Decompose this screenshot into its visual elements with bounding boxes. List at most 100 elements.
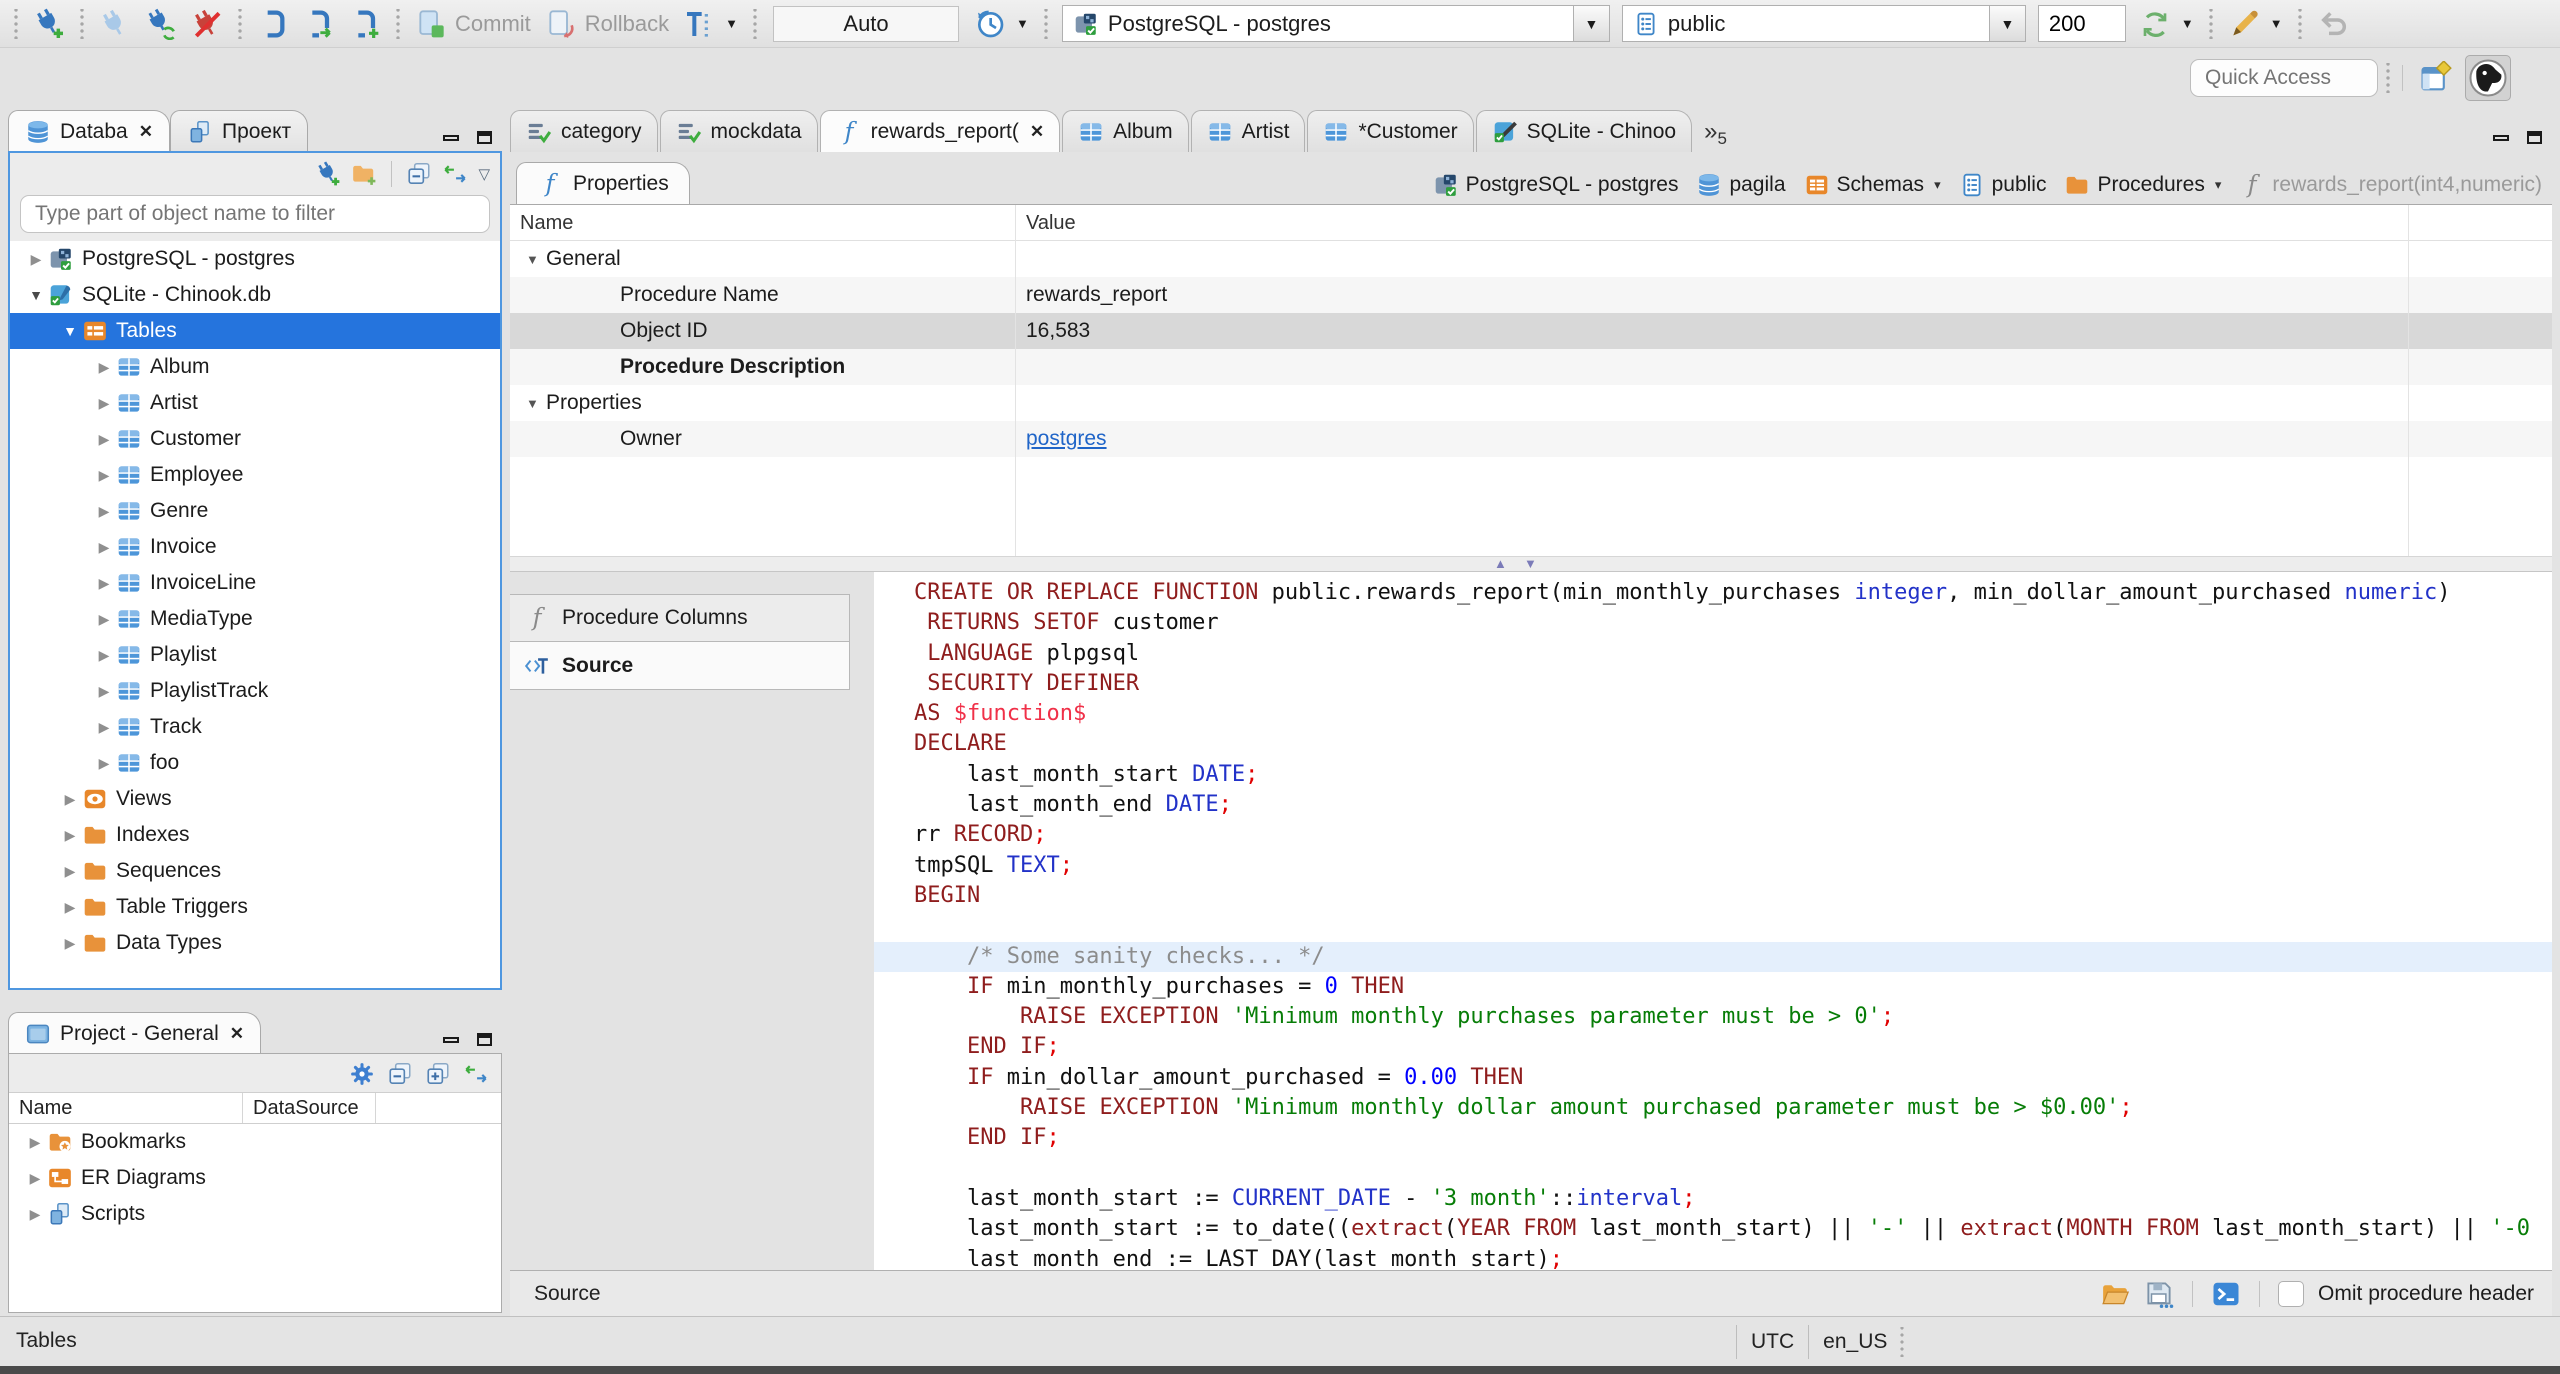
group-expanded-icon[interactable]: ▼ bbox=[526, 252, 539, 267]
subtab-procedure-columns[interactable]: Procedure Columns bbox=[510, 594, 850, 642]
chevron-collapsed-icon[interactable]: ▶ bbox=[92, 755, 116, 772]
property-value[interactable]: postgres bbox=[1026, 427, 1107, 451]
tree-item-genre[interactable]: ▶ Genre bbox=[10, 493, 500, 529]
close-tab-icon[interactable]: ✕ bbox=[139, 122, 153, 142]
chevron-collapsed-icon[interactable]: ▶ bbox=[92, 503, 116, 520]
view-menu-button[interactable]: ▽ bbox=[478, 165, 490, 183]
property-row-procedure-name[interactable]: Procedure Name rewards_report bbox=[510, 277, 2552, 313]
tree-item-invoiceline[interactable]: ▶ InvoiceLine bbox=[10, 565, 500, 601]
new-folder-button[interactable] bbox=[351, 161, 377, 187]
editor-tab-sqlite-chinoo[interactable]: SQLite - Chinoo bbox=[1475, 110, 1693, 152]
project-item-er-diagrams[interactable]: ▶ ER Diagrams bbox=[9, 1160, 501, 1196]
chevron-collapsed-icon[interactable]: ▶ bbox=[92, 359, 116, 376]
code-line[interactable]: IF min_monthly_purchases = 0 THEN bbox=[914, 972, 2552, 1002]
generate-mock-data-button[interactable]: ▼ bbox=[2221, 4, 2290, 44]
chevron-collapsed-icon[interactable]: ▶ bbox=[92, 719, 116, 736]
editor-tab-rewards-report[interactable]: rewards_report(✕ bbox=[819, 110, 1061, 152]
tree-item-artist[interactable]: ▶ Artist bbox=[10, 385, 500, 421]
connection-dropdown-button[interactable]: ▼ bbox=[1572, 6, 1609, 41]
schema-dropdown-button[interactable]: ▼ bbox=[1988, 6, 2025, 41]
toolbar-drag-handle[interactable] bbox=[237, 8, 243, 39]
transaction-mode-button[interactable]: ▼ bbox=[676, 4, 745, 44]
chevron-expanded-icon[interactable]: ▼ bbox=[24, 287, 48, 303]
tree-item-postgresql-postgres[interactable]: ▶ PostgreSQL - postgres bbox=[10, 241, 500, 277]
chevron-collapsed-icon[interactable]: ▶ bbox=[92, 395, 116, 412]
locale-label[interactable]: en_US bbox=[1823, 1330, 1887, 1354]
toolbar-drag-handle[interactable] bbox=[395, 8, 401, 39]
dropdown-caret-icon[interactable]: ▾ bbox=[1934, 177, 1941, 193]
tree-item-mediatype[interactable]: ▶ MediaType bbox=[10, 601, 500, 637]
code-line[interactable]: ​ bbox=[914, 911, 2552, 941]
dropdown-caret-icon[interactable]: ▾ bbox=[2215, 177, 2222, 193]
chevron-collapsed-icon[interactable]: ▶ bbox=[92, 467, 116, 484]
minimize-view-button[interactable] bbox=[443, 1036, 459, 1043]
grid-column-name[interactable]: Name bbox=[520, 212, 573, 235]
breadcrumb-item-rewards-report-int4-numeric[interactable]: rewards_report(int4,numeric) bbox=[2239, 172, 2542, 198]
tree-item-data-types[interactable]: ▶ Data Types bbox=[10, 925, 500, 961]
toolbar-drag-handle[interactable] bbox=[13, 8, 19, 39]
maximize-view-button[interactable] bbox=[2527, 131, 2542, 144]
group-expanded-icon[interactable]: ▼ bbox=[526, 396, 539, 411]
project-columns-header[interactable]: Name DataSource bbox=[9, 1092, 501, 1124]
tree-item-sqlite-chinook-db[interactable]: ▼ SQLite - Chinook.db bbox=[10, 277, 500, 313]
owner-link[interactable]: postgres bbox=[1026, 427, 1107, 450]
code-line[interactable]: END IF; bbox=[914, 1032, 2552, 1062]
editor-tab-album[interactable]: Album bbox=[1062, 110, 1189, 152]
collapse-all-button[interactable] bbox=[387, 1061, 413, 1087]
close-tab-icon[interactable]: ✕ bbox=[230, 1024, 244, 1044]
toolbar-drag-handle[interactable] bbox=[2385, 63, 2391, 93]
chevron-collapsed-icon[interactable]: ▶ bbox=[92, 539, 116, 556]
toolbar-drag-handle[interactable] bbox=[2207, 8, 2214, 39]
tree-item-invoice[interactable]: ▶ Invoice bbox=[10, 529, 500, 565]
maximize-view-button[interactable] bbox=[477, 131, 492, 144]
grid-column-value[interactable]: Value bbox=[1026, 212, 1076, 235]
toolbar-drag-handle[interactable] bbox=[79, 8, 85, 39]
timezone-label[interactable]: UTC bbox=[1751, 1330, 1794, 1354]
chevron-collapsed-icon[interactable]: ▶ bbox=[92, 575, 116, 592]
tab-project-general[interactable]: Project - General ✕ bbox=[8, 1012, 261, 1054]
tree-item-table-triggers[interactable]: ▶ Table Triggers bbox=[10, 889, 500, 925]
tree-item-indexes[interactable]: ▶ Indexes bbox=[10, 817, 500, 853]
code-line[interactable]: last_month_start := CURRENT_DATE - '3 mo… bbox=[914, 1184, 2552, 1214]
tree-item-customer[interactable]: ▶ Customer bbox=[10, 421, 500, 457]
tree-item-views[interactable]: ▶ Views bbox=[10, 781, 500, 817]
splitter-up-icon[interactable]: ▲ bbox=[1494, 556, 1507, 571]
rollback-button[interactable]: Rollback bbox=[538, 4, 676, 44]
quick-access-input[interactable] bbox=[2190, 59, 2378, 97]
property-row-general[interactable]: ▼ General bbox=[510, 241, 2552, 277]
chevron-collapsed-icon[interactable]: ▶ bbox=[23, 1170, 47, 1187]
property-value[interactable]: rewards_report bbox=[1026, 283, 1167, 307]
chevron-collapsed-icon[interactable]: ▶ bbox=[92, 683, 116, 700]
chevron-collapsed-icon[interactable]: ▶ bbox=[58, 863, 82, 880]
code-line[interactable]: tmpSQL TEXT; bbox=[914, 851, 2552, 881]
source-code[interactable]: CREATE OR REPLACE FUNCTION public.reward… bbox=[874, 578, 2552, 1370]
tab-projects[interactable]: Проект bbox=[169, 110, 309, 152]
chevron-collapsed-icon[interactable]: ▶ bbox=[58, 791, 82, 808]
chevron-collapsed-icon[interactable]: ▶ bbox=[58, 899, 82, 916]
disconnect-button[interactable] bbox=[184, 4, 230, 44]
link-with-editor-button[interactable] bbox=[463, 1061, 489, 1087]
collapse-all-button[interactable] bbox=[406, 161, 432, 187]
chevron-collapsed-icon[interactable]: ▶ bbox=[24, 251, 48, 268]
code-line[interactable]: ​ bbox=[914, 1154, 2552, 1184]
column-datasource[interactable]: DataSource bbox=[242, 1093, 375, 1123]
column-divider[interactable] bbox=[1015, 205, 1016, 556]
new-sql-editor-button[interactable] bbox=[342, 4, 388, 44]
code-line[interactable]: DECLARE bbox=[914, 729, 2552, 759]
project-settings-button[interactable] bbox=[349, 1061, 375, 1087]
schema-combobox[interactable]: public ▼ bbox=[1621, 5, 2026, 42]
tree-item-playlist[interactable]: ▶ Playlist bbox=[10, 637, 500, 673]
code-line[interactable]: last_month_start DATE; bbox=[914, 760, 2552, 790]
code-line[interactable]: END IF; bbox=[914, 1123, 2552, 1153]
open-perspective-button[interactable] bbox=[2417, 59, 2455, 97]
toolbar-drag-handle[interactable] bbox=[1042, 8, 1049, 39]
reconnect-button[interactable] bbox=[138, 4, 184, 44]
load-from-file-button[interactable] bbox=[2100, 1279, 2130, 1309]
horizontal-splitter[interactable]: ▲ ▼ bbox=[510, 556, 2552, 572]
minimize-view-button[interactable] bbox=[443, 134, 459, 141]
commit-mode-select[interactable]: Auto bbox=[773, 5, 960, 42]
tree-item-playlisttrack[interactable]: ▶ PlaylistTrack bbox=[10, 673, 500, 709]
breadcrumb-item-pagila[interactable]: pagila bbox=[1696, 172, 1786, 198]
project-item-bookmarks[interactable]: ▶ Bookmarks bbox=[9, 1124, 501, 1160]
tree-item-tables[interactable]: ▼ Tables bbox=[10, 313, 500, 349]
